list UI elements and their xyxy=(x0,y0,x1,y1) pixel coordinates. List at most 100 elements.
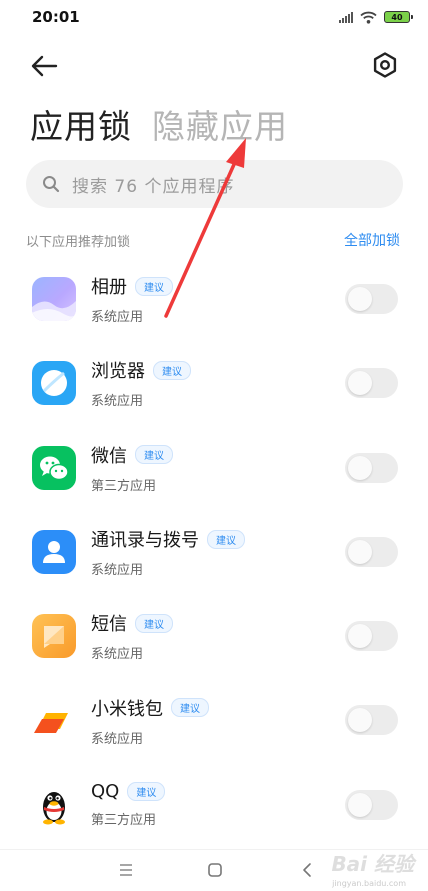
toggle-knob xyxy=(348,792,372,817)
app-text: QQ 建议 第三方应用 xyxy=(91,781,166,829)
home-icon xyxy=(208,863,222,877)
watermark: Bai 经验 xyxy=(331,852,414,876)
signal-icon xyxy=(339,11,353,23)
recommend-badge: 建议 xyxy=(153,360,191,380)
app-text: 通讯录与拨号 建议 系统应用 xyxy=(91,526,245,578)
settings-button[interactable] xyxy=(370,50,400,80)
qq-glyph xyxy=(43,791,65,825)
back-button[interactable] xyxy=(28,52,60,80)
tab-bar: 应用锁 隐藏应用 xyxy=(30,100,288,148)
top-bar xyxy=(0,44,428,86)
app-name: 微信 xyxy=(91,445,127,467)
app-subtitle: 第三方应用 xyxy=(91,813,157,829)
wechat-glyph xyxy=(40,456,69,480)
app-row-qq[interactable]: QQ 建议 第三方应用 xyxy=(0,763,428,847)
nav-back-button[interactable] xyxy=(300,862,314,882)
nav-back-icon xyxy=(303,863,311,877)
wifi-icon xyxy=(360,11,377,24)
app-text: 短信 建议 系统应用 xyxy=(91,610,173,662)
toggle-knob xyxy=(348,624,372,649)
recommend-badge: 建议 xyxy=(127,782,166,802)
battery-level: 40 xyxy=(391,12,403,22)
status-time: 20:01 xyxy=(32,8,80,26)
app-row-wechat[interactable]: 微信 建议 第三方应用 xyxy=(0,426,428,510)
back-arrow-icon xyxy=(31,55,58,77)
recommend-badge: 建议 xyxy=(135,613,173,633)
app-subtitle: 第三方应用 xyxy=(91,478,157,494)
app-row-wallet[interactable]: 小米钱包 建议 系统应用 xyxy=(0,678,428,762)
app-row-contacts[interactable]: 通讯录与拨号 建议 系统应用 xyxy=(0,510,428,594)
toggle-knob xyxy=(348,455,372,480)
app-subtitle: 系统应用 xyxy=(91,394,144,410)
wallet-icon xyxy=(32,698,76,743)
app-text: 微信 建议 第三方应用 xyxy=(91,442,173,494)
recommend-badge: 建议 xyxy=(171,698,209,718)
gallery-glyph xyxy=(32,301,76,322)
section-header: 以下应用推荐加锁 全部加锁 xyxy=(26,230,400,250)
recommend-badge: 建议 xyxy=(207,529,245,549)
lock-toggle-contacts[interactable] xyxy=(345,536,398,567)
lock-toggle-browser[interactable] xyxy=(345,368,398,399)
search-input[interactable]: 搜索 76 个应用程序 xyxy=(26,160,403,208)
lock-toggle-qq[interactable] xyxy=(345,789,398,820)
navigation-bar: Bai 经验 jingyan.baidu.com xyxy=(0,849,428,891)
tab-app-lock[interactable]: 应用锁 xyxy=(30,100,132,148)
app-name-line: 通讯录与拨号 建议 xyxy=(91,526,245,552)
messages-icon xyxy=(32,614,76,659)
wechat-icon xyxy=(32,445,76,490)
wallet-glyph xyxy=(34,712,68,733)
app-text: 小米钱包 建议 系统应用 xyxy=(91,695,209,747)
app-name: 浏览器 xyxy=(91,361,145,383)
app-subtitle: 系统应用 xyxy=(91,563,144,579)
app-row-messages[interactable]: 短信 建议 系统应用 xyxy=(0,594,428,678)
app-text: 相册 建议 系统应用 xyxy=(91,273,173,325)
recommend-badge: 建议 xyxy=(135,276,173,296)
app-name-line: 浏览器 建议 xyxy=(91,357,191,383)
app-subtitle: 系统应用 xyxy=(91,310,144,326)
lock-toggle-wechat[interactable] xyxy=(345,452,398,483)
app-row-gallery[interactable]: 相册 建议 系统应用 xyxy=(0,257,428,341)
app-list: 相册 建议 系统应用 浏览器 建议 系统应用 微信 建议 第三方应用 通讯录与拨… xyxy=(0,257,428,847)
browser-glyph xyxy=(41,370,67,397)
app-name-line: 短信 建议 xyxy=(91,610,173,636)
app-text: 浏览器 建议 系统应用 xyxy=(91,357,191,409)
lock-toggle-messages[interactable] xyxy=(345,621,398,652)
app-name: 小米钱包 xyxy=(91,698,163,720)
qq-icon xyxy=(32,782,76,827)
app-name: 通讯录与拨号 xyxy=(91,530,199,552)
lock-toggle-wallet[interactable] xyxy=(345,705,398,736)
contacts-icon xyxy=(32,530,76,575)
search-placeholder: 搜索 76 个应用程序 xyxy=(72,176,235,197)
section-title: 以下应用推荐加锁 xyxy=(26,234,131,250)
status-icons: 40 xyxy=(339,11,413,24)
app-subtitle: 系统应用 xyxy=(91,731,144,747)
lock-toggle-gallery[interactable] xyxy=(345,284,398,314)
toggle-knob xyxy=(348,708,372,733)
app-name: 相册 xyxy=(91,277,127,299)
app-subtitle: 系统应用 xyxy=(91,647,144,663)
tab-hidden-apps[interactable]: 隐藏应用 xyxy=(152,100,288,148)
battery-icon: 40 xyxy=(384,11,413,23)
app-row-browser[interactable]: 浏览器 建议 系统应用 xyxy=(0,341,428,425)
app-name-line: 相册 建议 xyxy=(91,273,173,299)
toggle-knob xyxy=(348,539,372,564)
status-bar: 20:01 40 xyxy=(0,0,428,34)
lock-all-button[interactable]: 全部加锁 xyxy=(344,230,400,250)
gallery-icon xyxy=(32,277,76,322)
nav-menu-button[interactable] xyxy=(118,862,134,882)
gear-icon xyxy=(373,52,397,78)
contacts-glyph xyxy=(43,541,65,564)
app-name-line: 小米钱包 建议 xyxy=(91,695,209,721)
toggle-knob xyxy=(348,371,372,396)
app-name-line: 微信 建议 xyxy=(91,442,173,468)
app-name-line: QQ 建议 xyxy=(91,781,166,803)
app-name: 短信 xyxy=(91,614,127,636)
watermark-url: jingyan.baidu.com xyxy=(332,879,406,888)
browser-icon xyxy=(32,361,76,406)
menu-icon xyxy=(120,864,132,876)
nav-home-button[interactable] xyxy=(207,862,223,882)
toggle-knob xyxy=(348,287,372,311)
messages-glyph xyxy=(44,626,64,649)
app-name: QQ xyxy=(91,781,120,803)
recommend-badge: 建议 xyxy=(135,445,173,465)
